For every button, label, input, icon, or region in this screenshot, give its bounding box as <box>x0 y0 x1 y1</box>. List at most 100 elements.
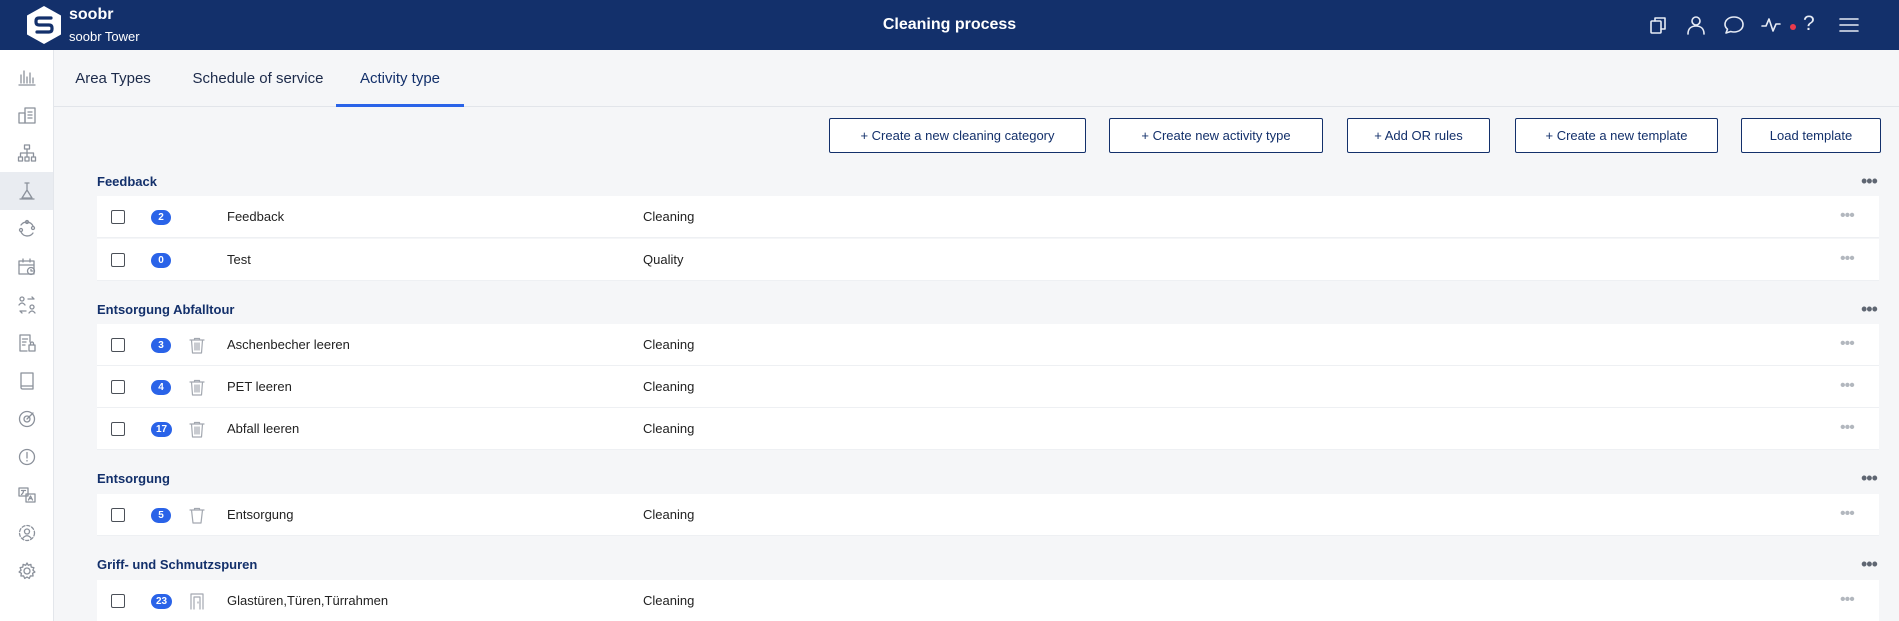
language-icon <box>17 487 36 503</box>
row-checkbox[interactable] <box>111 338 125 352</box>
activity-category: Cleaning <box>643 593 695 608</box>
tab-bar: Area Types Schedule of service Activity … <box>54 50 1899 107</box>
target-icon <box>18 410 35 428</box>
transfer-icon <box>17 296 36 314</box>
load-template-button[interactable]: Load template <box>1741 118 1881 153</box>
sidebar-item-language[interactable] <box>0 476 53 514</box>
activity-category: Cleaning <box>643 379 695 394</box>
activity-category: Cleaning <box>643 421 695 436</box>
activity-name: Test <box>227 252 251 267</box>
sidebar-item-chart[interactable] <box>0 58 53 96</box>
activity-name: Feedback <box>227 209 285 224</box>
help-icon[interactable]: ? <box>1803 11 1815 37</box>
copy-icon[interactable] <box>1646 13 1670 37</box>
door-icon <box>188 592 206 610</box>
row-more-icon[interactable]: ••• <box>1840 592 1855 608</box>
dashboard-icon <box>17 107 36 124</box>
activity-category: Cleaning <box>643 507 695 522</box>
count-badge: 17 <box>151 422 173 437</box>
sidebar-item-hierarchy[interactable] <box>0 134 53 172</box>
activity-name: Abfall leeren <box>227 421 300 436</box>
row-more-icon[interactable]: ••• <box>1840 251 1855 267</box>
activity-name: Entsorgung <box>227 507 294 522</box>
sidebar-item-alert[interactable] <box>0 438 53 476</box>
tab-schedule-of-service[interactable]: Schedule of service <box>185 50 331 107</box>
sidebar-item-cleaning-process[interactable] <box>0 172 53 210</box>
section-more-icon[interactable]: ••• <box>1861 172 1878 190</box>
create-template-button[interactable]: + Create a new template <box>1515 118 1718 153</box>
calendar-icon <box>17 258 35 276</box>
count-badge: 4 <box>151 380 171 395</box>
page-title: Cleaning process <box>882 16 1017 33</box>
count-badge: 3 <box>151 338 171 353</box>
add-or-rules-button[interactable]: + Add OR rules <box>1347 118 1490 153</box>
row-checkbox[interactable] <box>111 508 125 522</box>
activity-name: PET leeren <box>227 379 292 394</box>
table-row[interactable]: 2 Feedback Cleaning ••• <box>97 196 1879 238</box>
row-checkbox[interactable] <box>111 594 125 608</box>
user-icon[interactable] <box>1684 13 1708 37</box>
gear-icon <box>17 562 36 580</box>
waste-bin-icon <box>188 420 206 438</box>
sidebar <box>0 50 54 621</box>
row-more-icon[interactable]: ••• <box>1840 420 1855 436</box>
report-icon <box>18 334 36 352</box>
tab-activity-type[interactable]: Activity type <box>345 50 455 107</box>
sidebar-item-dashboard[interactable] <box>0 96 53 134</box>
tab-area-types[interactable]: Area Types <box>67 50 159 107</box>
book-icon <box>19 372 34 390</box>
section-more-icon[interactable]: ••• <box>1861 469 1878 487</box>
sidebar-item-calendar[interactable] <box>0 248 53 286</box>
count-badge: 0 <box>151 253 171 268</box>
section-title: Griff- und Schmutzspuren <box>97 557 258 572</box>
active-tab-indicator <box>336 104 464 107</box>
notification-dot <box>1790 24 1796 30</box>
section-more-icon[interactable]: ••• <box>1861 555 1878 573</box>
sidebar-item-report[interactable] <box>0 324 53 362</box>
table-row[interactable]: 4 PET leeren Cleaning ••• <box>97 366 1879 408</box>
sidebar-item-target[interactable] <box>0 400 53 438</box>
section-more-icon[interactable]: ••• <box>1861 300 1878 318</box>
row-checkbox[interactable] <box>111 210 125 224</box>
row-more-icon[interactable]: ••• <box>1840 506 1855 522</box>
menu-icon[interactable] <box>1837 13 1861 37</box>
table-row[interactable]: 3 Aschenbecher leeren Cleaning ••• <box>97 324 1879 366</box>
activity-name: Aschenbecher leeren <box>227 337 350 352</box>
users-settings-icon <box>18 524 35 542</box>
create-activity-type-button[interactable]: + Create new activity type <box>1109 118 1323 153</box>
table-row[interactable]: 17 Abfall leeren Cleaning ••• <box>97 408 1879 450</box>
sidebar-item-book[interactable] <box>0 362 53 400</box>
trash-can-icon <box>188 506 206 524</box>
row-more-icon[interactable]: ••• <box>1840 208 1855 224</box>
chart-icon <box>17 70 36 86</box>
activity-category: Quality <box>643 252 684 267</box>
row-checkbox[interactable] <box>111 422 125 436</box>
row-more-icon[interactable]: ••• <box>1840 378 1855 394</box>
sidebar-item-settings[interactable] <box>0 552 53 590</box>
create-cleaning-category-button[interactable]: + Create a new cleaning category <box>829 118 1086 153</box>
waste-bin-icon <box>188 336 206 354</box>
count-badge: 23 <box>151 594 173 609</box>
activity-category: Cleaning <box>643 209 695 224</box>
count-badge: 5 <box>151 508 171 523</box>
sidebar-item-transfer[interactable] <box>0 286 53 324</box>
sidebar-item-users-settings[interactable] <box>0 514 53 552</box>
count-badge: 2 <box>151 210 171 225</box>
sidebar-item-cycle[interactable] <box>0 210 53 248</box>
table-row[interactable]: 0 Test Quality ••• <box>97 239 1879 281</box>
waste-bin-icon <box>188 378 206 396</box>
chat-icon[interactable] <box>1722 13 1746 37</box>
row-more-icon[interactable]: ••• <box>1840 336 1855 352</box>
table-row[interactable]: 5 Entsorgung Cleaning ••• <box>97 494 1879 536</box>
activity-name: Glastüren,Türen,Türrahmen <box>227 593 389 608</box>
section-title: Feedback <box>97 174 157 189</box>
activity-icon[interactable] <box>1760 13 1784 37</box>
cleaning-process-icon <box>18 182 35 200</box>
activity-category: Cleaning <box>643 337 695 352</box>
row-checkbox[interactable] <box>111 380 125 394</box>
section-title: Entsorgung <box>97 471 170 486</box>
row-checkbox[interactable] <box>111 253 125 267</box>
top-bar: soobr soobr Tower Cleaning process ? <box>0 0 1899 50</box>
cycle-icon <box>18 219 35 237</box>
table-row[interactable]: 23 Glastüren,Türen,Türrahmen Cleaning ••… <box>97 580 1879 621</box>
